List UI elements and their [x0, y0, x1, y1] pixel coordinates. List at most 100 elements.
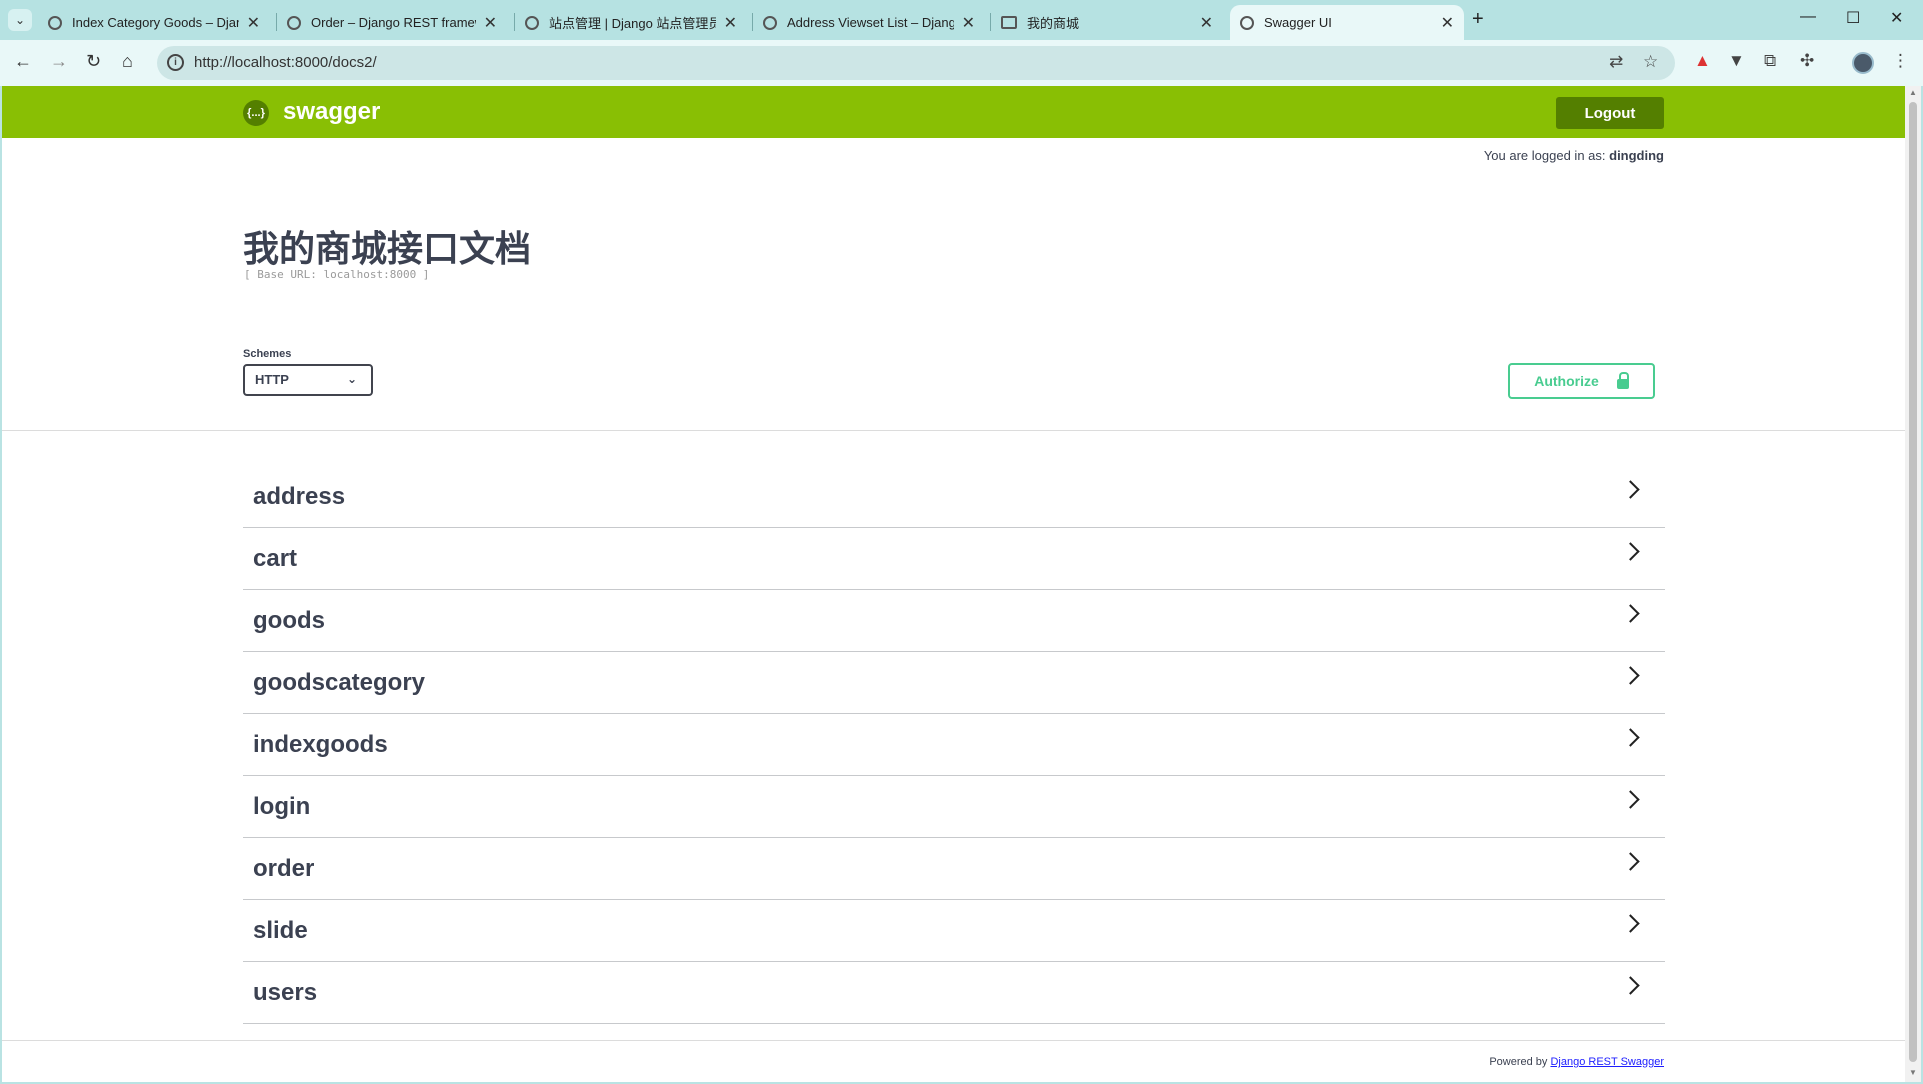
tag-name: goodscategory [253, 669, 426, 696]
tag-name: cart [253, 545, 298, 572]
chevron-right-icon[interactable] [1621, 852, 1640, 871]
tag-section-indexgoods[interactable]: indexgoods [243, 714, 1665, 776]
authorize-label: Authorize [1534, 373, 1599, 389]
scroll-up-icon[interactable]: ▲ [1909, 88, 1917, 97]
unlocked-lock-icon [1616, 372, 1629, 389]
globe-icon [763, 15, 777, 30]
tab-title: 站点管理 | Django 站点管理员 [549, 16, 716, 31]
tag-name: slide [253, 917, 308, 944]
tag-section-address[interactable]: address [243, 466, 1665, 528]
chevron-right-icon[interactable] [1621, 604, 1640, 623]
api-tag-list: address cart goods goodscategory indexgo… [243, 466, 1665, 1024]
minimize-icon[interactable]: — [1800, 8, 1816, 26]
bookmark-star-icon[interactable]: ☆ [1643, 52, 1658, 72]
swagger-logo-icon: {...} [243, 100, 269, 126]
chevron-down-icon: ⌄ [346, 372, 357, 386]
translate-icon[interactable]: ⇄ [1609, 52, 1623, 72]
browser-tab[interactable]: Order – Django REST framew ✕ [277, 5, 507, 40]
close-tab-icon[interactable]: ✕ [724, 13, 737, 33]
tab-title: Order – Django REST framew [311, 15, 476, 30]
close-tab-icon[interactable]: ✕ [1200, 13, 1213, 33]
chevron-right-icon[interactable] [1621, 728, 1640, 747]
tab-search-button[interactable]: ⌄ [8, 9, 32, 31]
tag-section-goodscategory[interactable]: goodscategory [243, 652, 1665, 714]
extension-puzzle-icon[interactable]: ⧉ [1764, 51, 1776, 71]
tag-section-cart[interactable]: cart [243, 528, 1665, 590]
reload-icon[interactable]: ↻ [86, 51, 101, 72]
section-divider [2, 430, 1905, 431]
chevron-right-icon[interactable] [1621, 480, 1640, 499]
address-bar[interactable]: i http://localhost:8000/docs2/ ⇄ ☆ [157, 46, 1675, 80]
tab-title: Index Category Goods – Djan [72, 15, 239, 30]
vue-devtools-icon[interactable]: ▼ [1728, 51, 1745, 71]
tag-name: login [253, 793, 311, 820]
site-info-icon[interactable]: i [167, 54, 184, 71]
scroll-down-icon[interactable]: ▼ [1909, 1068, 1917, 1077]
tab-title: Swagger UI [1264, 15, 1332, 30]
globe-icon [48, 15, 62, 30]
tag-section-users[interactable]: users [243, 962, 1665, 1024]
base-url: [ Base URL: localhost:8000 ] [244, 268, 430, 281]
page-scrollbar[interactable]: ▲ ▼ [1905, 86, 1921, 1082]
logged-in-label: You are logged in as: [1483, 148, 1606, 163]
scrollbar-thumb[interactable] [1909, 102, 1917, 1062]
django-rest-swagger-link[interactable]: Django REST Swagger [1550, 1056, 1664, 1068]
close-tab-icon[interactable]: ✕ [1441, 13, 1454, 33]
tag-name: address [253, 483, 346, 510]
schemes-selected-value: HTTP [255, 372, 289, 387]
close-tab-icon[interactable]: ✕ [962, 13, 975, 33]
chevron-right-icon[interactable] [1621, 914, 1640, 933]
profile-avatar[interactable] [1852, 52, 1874, 74]
tag-section-order[interactable]: order [243, 838, 1665, 900]
chevron-right-icon[interactable] [1621, 666, 1640, 685]
close-tab-icon[interactable]: ✕ [484, 13, 497, 33]
tag-name: goods [253, 607, 325, 634]
globe-icon [525, 15, 539, 30]
swagger-brand: swagger [283, 98, 381, 125]
api-title: 我的商城接口文档 [243, 229, 532, 270]
tag-name: indexgoods [253, 731, 388, 758]
new-tab-button[interactable]: + [1472, 8, 1484, 31]
back-icon[interactable]: ← [14, 51, 32, 72]
browser-toolbar: ← → ↻ ⌂ i http://localhost:8000/docs2/ ⇄… [0, 40, 1923, 86]
page-viewport: {...} swagger Logout You are logged in a… [2, 86, 1905, 1082]
forward-icon[interactable]: → [50, 51, 68, 72]
chevron-right-icon[interactable] [1621, 976, 1640, 995]
url-text[interactable]: http://localhost:8000/docs2/ [194, 54, 377, 71]
tag-section-login[interactable]: login [243, 776, 1665, 838]
browser-menu-icon[interactable]: ⋮ [1892, 51, 1909, 71]
chevron-right-icon[interactable] [1621, 542, 1640, 561]
page-footer: Powered by Django REST Swagger [2, 1040, 1905, 1082]
extensions-icon[interactable]: ✣ [1800, 51, 1814, 71]
globe-icon [1240, 15, 1254, 30]
browser-tab[interactable]: 我的商城 ✕ [991, 5, 1223, 40]
tab-title: 我的商城 [1027, 16, 1080, 31]
powered-by: Powered by Django REST Swagger [1489, 1056, 1664, 1068]
close-tab-icon[interactable]: ✕ [247, 13, 260, 33]
swagger-topbar: {...} swagger Logout [2, 86, 1905, 138]
maximize-icon[interactable]: ☐ [1846, 8, 1860, 28]
tag-name: users [253, 979, 318, 1006]
tab-title: Address Viewset List – Djang [787, 15, 954, 30]
logout-button[interactable]: Logout [1556, 97, 1664, 129]
tag-section-goods[interactable]: goods [243, 590, 1665, 652]
home-icon[interactable]: ⌂ [122, 51, 133, 72]
close-window-icon[interactable]: ✕ [1890, 8, 1903, 28]
tag-name: order [253, 855, 315, 882]
browser-tab-active[interactable]: Swagger UI ✕ [1230, 5, 1464, 40]
chevron-right-icon[interactable] [1621, 790, 1640, 809]
browser-tab[interactable]: Address Viewset List – Djang ✕ [753, 5, 985, 40]
browser-tab-strip: ⌄ Index Category Goods – Djan ✕ Order – … [0, 0, 1923, 40]
tag-section-slide[interactable]: slide [243, 900, 1665, 962]
logged-in-username: dingding [1609, 148, 1664, 163]
globe-icon [287, 15, 301, 30]
schemes-select[interactable]: HTTP ⌄ [243, 364, 373, 396]
book-icon [1001, 16, 1017, 29]
authorize-button[interactable]: Authorize [1508, 363, 1655, 399]
browser-tab[interactable]: 站点管理 | Django 站点管理员 ✕ [515, 5, 747, 40]
powered-by-label: Powered by [1489, 1056, 1548, 1068]
logged-in-status: You are logged in as: dingding [1484, 148, 1664, 163]
extension-icon[interactable]: ▲ [1694, 51, 1711, 71]
schemes-label: Schemes [243, 348, 292, 360]
browser-tab[interactable]: Index Category Goods – Djan ✕ [38, 5, 270, 40]
